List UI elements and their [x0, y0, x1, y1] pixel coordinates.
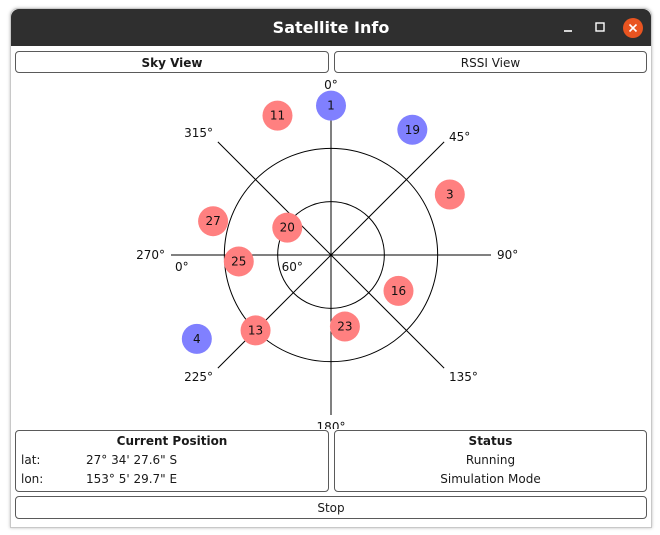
status-panel: Status Running Simulation Mode: [334, 430, 647, 492]
status-mode: Simulation Mode: [440, 472, 541, 486]
satellite-id: 25: [231, 254, 246, 268]
elevation-label: 60°: [282, 260, 303, 274]
satellite-id: 23: [337, 320, 352, 334]
satellite-marker: 13: [240, 315, 271, 346]
azimuth-label: 180°: [317, 420, 346, 429]
status-state: Running: [465, 453, 516, 467]
status-title: Status: [468, 434, 513, 448]
lon-label: lon:: [21, 472, 44, 486]
satellite-marker: 27: [198, 206, 229, 237]
satellite-id: 1: [327, 99, 335, 113]
azimuth-label: 315°: [184, 126, 213, 140]
satellite-info-window: Satellite Info Sky View RSSI View 0° 45° 9…: [10, 8, 652, 528]
satellite-id: 3: [446, 187, 454, 201]
satellite-marker: 23: [329, 311, 360, 342]
satellite-id: 4: [193, 332, 201, 346]
current-position-title: Current Position: [116, 434, 228, 448]
satellite-marker: 3: [434, 179, 465, 210]
satellite-marker: 11: [262, 100, 293, 131]
satellite-marker: 4: [181, 323, 212, 354]
azimuth-label: 225°: [184, 370, 213, 384]
azimuth-label: 135°: [449, 370, 478, 384]
lat-label: lat:: [21, 453, 41, 467]
satellite-id: 27: [205, 214, 220, 228]
satellite-marker: 19: [397, 114, 428, 145]
satellite-markers: 1 19 11 3 20 27 25 16 23 13 4: [181, 90, 465, 354]
satellite-marker: 1: [316, 90, 346, 121]
satellite-id: 11: [270, 109, 285, 123]
azimuth-label: 0°: [324, 78, 338, 92]
satellite-id: 19: [405, 123, 420, 137]
sky-grid: [171, 95, 491, 415]
current-position-panel: Current Position lat: 27° 34' 27.6" S lo…: [15, 430, 329, 492]
stop-button[interactable]: Stop: [15, 496, 647, 519]
satellite-id: 16: [391, 284, 406, 298]
lat-value: 27° 34' 27.6" S: [86, 453, 178, 467]
satellite-marker: 16: [383, 275, 414, 306]
satellite-id: 13: [248, 323, 263, 337]
azimuth-label: 90°: [497, 248, 518, 262]
azimuth-label: 270°: [136, 248, 165, 262]
elevation-label: 0°: [175, 260, 189, 274]
azimuth-label: 45°: [449, 130, 470, 144]
sky-labels: 0°45°90°135°180°225°270°315°0°30°60°: [136, 78, 518, 429]
sky-plot: 0°45°90°135°180°225°270°315°0°30°60° 119…: [136, 78, 518, 429]
lon-value: 153° 5' 29.7" E: [86, 472, 178, 486]
satellite-marker: 25: [223, 246, 254, 277]
satellite-marker: 20: [272, 212, 303, 243]
satellite-id: 20: [280, 221, 295, 235]
